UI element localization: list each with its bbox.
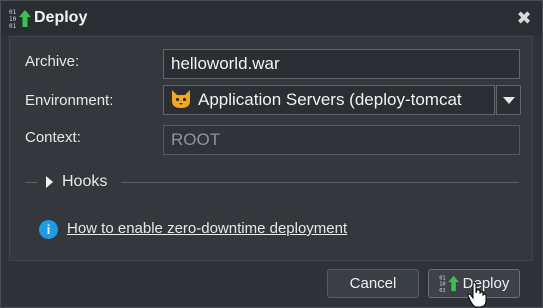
- archive-label: Archive:: [25, 53, 80, 70]
- tomcat-icon: [172, 90, 190, 108]
- deploy-dialog: 01 10 01 Deploy ✖ Archive: helloworld.wa…: [0, 0, 543, 308]
- svg-text:01: 01: [439, 275, 445, 281]
- svg-text:01: 01: [9, 23, 17, 28]
- environment-select[interactable]: Application Servers (deploy-tomcat: [163, 85, 495, 115]
- chevron-down-icon: [502, 97, 515, 104]
- close-icon[interactable]: ✖: [514, 8, 534, 28]
- deploy-button[interactable]: 01 10 01 Deploy: [428, 269, 520, 298]
- svg-text:10: 10: [439, 282, 445, 288]
- hooks-divider-right: [121, 182, 519, 183]
- environment-dropdown-button[interactable]: [496, 85, 521, 115]
- deploy-button-label: Deploy: [462, 275, 510, 292]
- svg-text:10: 10: [9, 16, 17, 23]
- svg-text:01: 01: [439, 288, 445, 292]
- environment-value: Application Servers (deploy-tomcat: [198, 90, 462, 109]
- dialog-title: Deploy: [34, 9, 88, 26]
- zero-downtime-help-link[interactable]: How to enable zero-downtime deployment: [67, 220, 347, 237]
- caret-right-icon: [46, 176, 53, 188]
- environment-label: Environment:: [25, 92, 114, 109]
- hooks-label: Hooks: [62, 173, 108, 190]
- hooks-divider-left: [25, 182, 37, 183]
- context-label: Context:: [25, 129, 81, 146]
- cancel-button[interactable]: Cancel: [327, 269, 419, 298]
- deploy-icon: 01 10 01: [9, 9, 31, 28]
- context-field: ROOT: [163, 125, 520, 155]
- deploy-form-panel: Archive: helloworld.war Environment: App…: [9, 36, 533, 261]
- info-icon: i: [39, 220, 58, 239]
- archive-field[interactable]: helloworld.war: [163, 49, 520, 79]
- svg-text:01: 01: [9, 9, 17, 16]
- dialog-titlebar: 01 10 01 Deploy ✖: [1, 1, 542, 35]
- deploy-icon: 01 10 01: [439, 275, 459, 292]
